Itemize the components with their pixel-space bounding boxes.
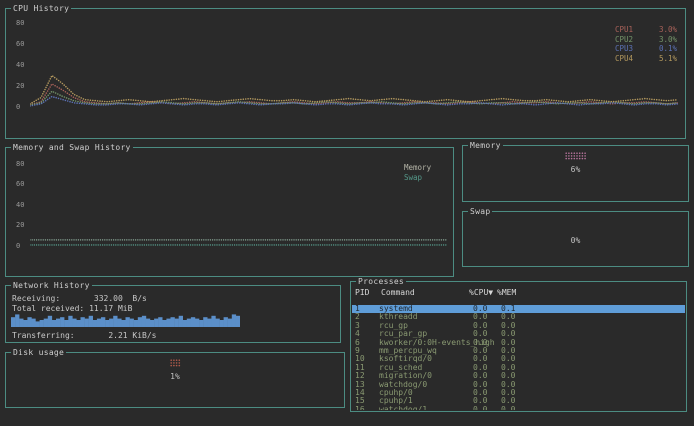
network-history-title: Network History — [11, 281, 92, 290]
memory-swap-history-title: Memory and Swap History — [11, 143, 133, 152]
process-list: 1systemd0.00.12kthreadd0.00.03rcu_gp0.00… — [352, 305, 685, 410]
network-receive-sparkline — [11, 313, 240, 327]
memory-gauge-panel: Memory 6% — [462, 145, 689, 202]
y-tick-label: 80 — [16, 19, 24, 27]
cpu-legend-label: CPU1 — [615, 25, 649, 34]
y-tick-label: 20 — [16, 221, 24, 229]
column-header-cpu-sorted[interactable]: %CPU▼ — [469, 288, 493, 297]
process-cell-cmd: watchdog/1 — [379, 406, 427, 410]
processes-title: Processes — [356, 277, 406, 286]
cpu-legend-item: CPU23.0% — [615, 35, 677, 45]
processes-panel: Processes PID Command %CPU▼ %MEM 1system… — [350, 281, 687, 412]
column-header-command[interactable]: Command — [381, 288, 415, 297]
memory-usage-value: 6% — [463, 165, 688, 174]
cpu-legend-value: 3.0% — [649, 25, 677, 34]
memory-usage-dots — [565, 152, 587, 161]
swap-usage-value: 0% — [463, 236, 688, 245]
disk-usage-title: Disk usage — [11, 348, 66, 357]
swap-gauge-panel: Swap 0% — [462, 211, 689, 267]
cpu-legend-value: 3.0% — [649, 35, 677, 44]
cpu-legend-value: 5.1% — [649, 54, 677, 63]
system-monitor-screen: { "cpu_panel": { "title": "CPU History",… — [0, 0, 694, 426]
cpu-legend-item: CPU30.1% — [615, 44, 677, 54]
y-tick-label: 0 — [16, 103, 20, 111]
network-total-received-line: Total received: 11.17 MiB — [12, 304, 132, 313]
cpu-legend-item: CPU45.1% — [615, 54, 677, 64]
process-cell-mem: 0.0 — [501, 406, 515, 410]
y-tick-label: 80 — [16, 160, 24, 168]
disk-usage-dots — [170, 359, 181, 368]
network-history-panel: Network History Receiving: 332.00 B/s To… — [5, 285, 341, 343]
cpu-legend-value: 0.1% — [649, 44, 677, 53]
memory-swap-history-panel: Memory and Swap History 806040200 Memory… — [5, 147, 454, 277]
column-header-pid[interactable]: PID — [355, 288, 369, 297]
memory-swap-legend: MemorySwap — [404, 163, 431, 183]
cpu-legend: CPU13.0%CPU23.0%CPU30.1%CPU45.1% — [615, 25, 677, 63]
memswap-legend-label: Swap — [404, 173, 431, 183]
y-tick-label: 0 — [16, 242, 20, 250]
swap-gauge-title: Swap — [468, 207, 492, 216]
cpu-legend-item: CPU13.0% — [615, 25, 677, 35]
y-tick-label: 60 — [16, 40, 24, 48]
memswap-legend-label: Memory — [404, 163, 431, 173]
cpu-history-title: CPU History — [11, 4, 71, 13]
y-tick-label: 40 — [16, 61, 24, 69]
memory-gauge-title: Memory — [468, 141, 503, 150]
process-cell-cpu: 0.0 — [473, 406, 487, 410]
network-receiving-line: Receiving: 332.00 B/s — [12, 294, 147, 303]
cpu-history-panel: CPU History 806040200 CPU13.0%CPU23.0%CP… — [5, 8, 686, 139]
disk-usage-value: 1% — [6, 372, 344, 381]
network-transferring-line: Transferring: 2.21 KiB/s — [12, 331, 157, 340]
cpu-legend-label: CPU2 — [615, 35, 649, 44]
disk-usage-panel: Disk usage 1% — [5, 352, 345, 408]
y-tick-label: 60 — [16, 180, 24, 188]
memory-swap-history-chart — [30, 160, 448, 252]
cpu-history-chart — [30, 19, 680, 113]
process-cell-pid: 16 — [355, 406, 365, 410]
cpu-legend-label: CPU4 — [615, 54, 649, 63]
y-tick-label: 20 — [16, 82, 24, 90]
process-row[interactable]: 16 watchdog/1 0.0 0.0 — [352, 406, 685, 410]
y-tick-label: 40 — [16, 201, 24, 209]
cpu-legend-label: CPU3 — [615, 44, 649, 53]
column-header-mem[interactable]: %MEM — [497, 288, 516, 297]
